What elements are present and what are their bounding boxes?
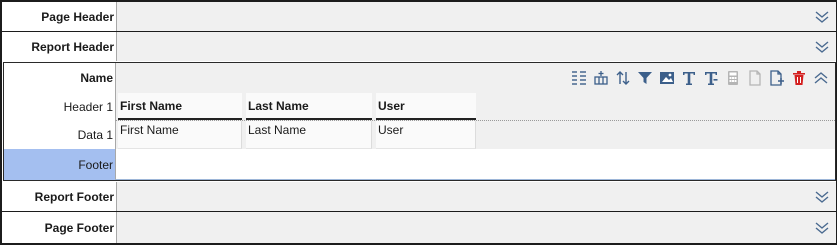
expand-chevron-icon[interactable] <box>814 40 830 54</box>
header-cell[interactable]: User <box>376 93 476 120</box>
group-name-row[interactable]: Name <box>4 63 835 93</box>
group-data-body[interactable]: First Name Last Name User <box>115 121 835 149</box>
expand-chevron-icon[interactable] <box>814 221 830 235</box>
group-data-row[interactable]: Data 1 First Name Last Name User <box>4 121 835 149</box>
image-icon[interactable] <box>658 69 676 87</box>
text-icon[interactable] <box>680 69 698 87</box>
group-data-label: Data 1 <box>77 128 113 142</box>
band-label: Report Footer <box>34 189 114 204</box>
band-page-header[interactable]: Page Header <box>2 2 836 31</box>
band-body[interactable] <box>116 2 836 31</box>
expand-chevron-icon[interactable] <box>814 190 830 204</box>
data-cell[interactable]: First Name <box>118 121 242 149</box>
band-page-footer[interactable]: Page Footer <box>2 212 836 243</box>
band-body[interactable] <box>116 32 836 61</box>
data-cell[interactable]: User <box>376 121 476 149</box>
group-footer-row[interactable]: Footer <box>4 149 835 180</box>
page-icon[interactable] <box>746 69 764 87</box>
band-report-header[interactable]: Report Header <box>2 32 836 61</box>
band-label: Report Header <box>31 39 114 54</box>
group-name-body[interactable] <box>115 63 835 93</box>
delete-icon[interactable] <box>790 69 808 87</box>
group-footer-label[interactable]: Footer <box>4 149 115 180</box>
group-header-body[interactable]: First Name Last Name User <box>115 93 835 121</box>
group-toolbar <box>570 68 830 88</box>
group-footer-body[interactable] <box>115 149 835 180</box>
band-report-footer[interactable]: Report Footer <box>2 182 836 211</box>
page-add-icon[interactable] <box>768 69 786 87</box>
columns-icon[interactable] <box>570 69 588 87</box>
expand-chevron-icon[interactable] <box>814 10 830 24</box>
insert-row-icon[interactable] <box>592 69 610 87</box>
group-header-label: Header 1 <box>63 100 113 114</box>
collapse-icon[interactable] <box>812 69 830 87</box>
header-cell[interactable]: First Name <box>118 93 242 120</box>
band-label: Page Footer <box>44 220 114 235</box>
filter-icon[interactable] <box>636 69 654 87</box>
header-cell[interactable]: Last Name <box>246 93 372 120</box>
calculator-icon[interactable] <box>724 69 742 87</box>
text-alt-icon[interactable] <box>702 69 720 87</box>
group-header-row[interactable]: Header 1 First Name Last Name User <box>4 93 835 121</box>
band-body[interactable] <box>116 212 836 243</box>
group-name-label: Name <box>80 71 113 85</box>
data-cell[interactable]: Last Name <box>246 121 372 149</box>
band-label: Page Header <box>41 9 114 24</box>
group-section: Name Header 1 First Name Last Name User … <box>3 62 836 181</box>
band-body[interactable] <box>116 182 836 211</box>
sort-icon[interactable] <box>614 69 632 87</box>
